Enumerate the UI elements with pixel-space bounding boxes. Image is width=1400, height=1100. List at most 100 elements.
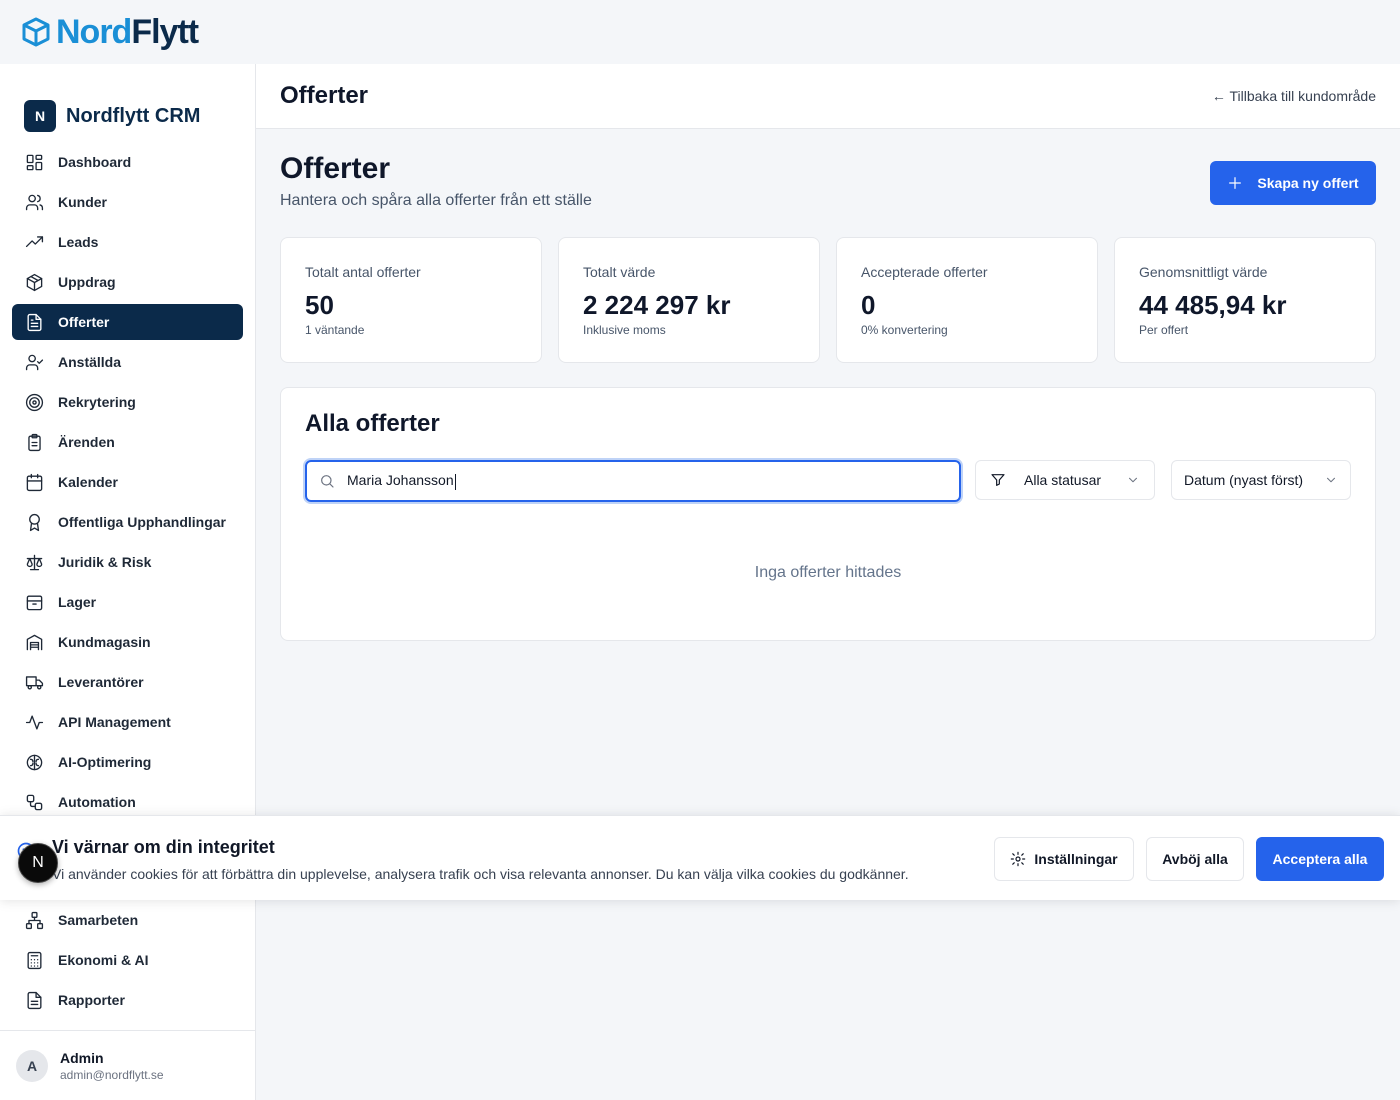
sidebar-item-label: Leads: [58, 234, 99, 250]
brand-nord: Nord: [56, 12, 132, 51]
sidebar: N Nordflytt CRM Dashboard Kunder Leads U…: [0, 64, 256, 1100]
back-to-customer-area-link[interactable]: ← Tillbaka till kundområde: [1212, 88, 1376, 104]
stat-value: 50: [305, 290, 334, 320]
chevron-down-icon: [1326, 477, 1336, 483]
empty-state-message: Inga offerter hittades: [754, 564, 902, 581]
header-title: Offerter: [280, 82, 369, 109]
file-report-icon: [24, 990, 44, 1010]
create-quote-button[interactable]: Skapa ny offert: [1210, 161, 1376, 205]
sidebar-item-ekonomi-ai[interactable]: Ekonomi & AI: [12, 942, 243, 978]
cookie-settings-button[interactable]: Inställningar: [994, 837, 1134, 881]
sidebar-item-kunder[interactable]: Kunder: [12, 184, 243, 220]
target-icon: [24, 392, 44, 412]
sidebar-item-rapporter[interactable]: Rapporter: [12, 982, 243, 1018]
create-quote-label: Skapa ny offert: [1257, 175, 1359, 191]
reject-all-button[interactable]: Avböj alla: [1146, 837, 1244, 881]
filter-icon: [991, 474, 1005, 486]
sidebar-item-samarbeten[interactable]: Samarbeten: [12, 902, 243, 938]
calculator-icon: [24, 950, 44, 970]
status-filter-select[interactable]: Alla statusar: [975, 460, 1155, 500]
plus-icon: [1229, 177, 1242, 189]
brand-flytt: Flytt: [131, 12, 199, 51]
calendar-icon: [24, 472, 44, 492]
brand-wordmark: NordFlytt: [56, 12, 199, 52]
sidebar-item-label: Offerter: [58, 314, 110, 330]
stat-subtext: Per offert: [1139, 323, 1189, 337]
sidebar-item-rekrytering[interactable]: Rekrytering: [12, 384, 243, 420]
search-input-value: Maria Johansson: [347, 472, 456, 490]
sidebar-item-dashboard[interactable]: Dashboard: [12, 144, 243, 180]
chevron-down-icon: [1128, 477, 1138, 483]
cookie-banner: Vi värnar om din integritet Vi använder …: [0, 815, 1400, 900]
search-icon: [321, 475, 334, 488]
users-icon: [24, 192, 44, 212]
sidebar-item-label: Dashboard: [58, 154, 132, 170]
sidebar-item-label: Leverantörer: [58, 674, 144, 690]
page-subtitle: Hantera och spåra alla offerter från ett…: [280, 192, 592, 209]
quotes-panel: Alla offerter Maria Johansson Alla statu…: [280, 387, 1376, 641]
sidebar-item-ai-optimering[interactable]: AI-Optimering: [12, 744, 243, 780]
sidebar-item-label: Rapporter: [58, 992, 125, 1008]
sidebar-item-label: Kundmagasin: [58, 634, 151, 650]
sidebar-item-leverantorer[interactable]: Leverantörer: [12, 664, 243, 700]
accept-all-button[interactable]: Acceptera alla: [1256, 837, 1384, 881]
sidebar-item-label: Kunder: [58, 194, 107, 210]
sort-value: Datum (nyast först): [1184, 472, 1304, 488]
package-icon: [24, 272, 44, 292]
stat-value: 2 224 297 kr: [583, 290, 731, 320]
activity-icon: [24, 712, 44, 732]
user-name: Admin: [60, 1049, 104, 1066]
top-brand-bar: NordFlytt: [0, 0, 1400, 64]
search-input[interactable]: Maria Johansson: [305, 460, 961, 502]
file-text-icon: [24, 312, 44, 332]
user-profile[interactable]: A Admin admin@nordflytt.se: [0, 1030, 255, 1100]
avatar: A: [16, 1049, 48, 1082]
sidebar-item-label: AI-Optimering: [58, 754, 152, 770]
stat-subtext: 0% konvertering: [861, 323, 948, 337]
user-email: admin@nordflytt.se: [60, 1067, 164, 1082]
sidebar-item-label: Samarbeten: [58, 912, 139, 928]
workflow-icon: [24, 792, 44, 812]
sidebar-item-label: Ärenden: [58, 434, 115, 450]
stat-subtext: Inklusive moms: [583, 323, 666, 337]
sidebar-header: N Nordflytt CRM: [0, 64, 255, 144]
crm-logo: N: [24, 100, 56, 132]
sidebar-item-lager[interactable]: Lager: [12, 584, 243, 620]
sidebar-item-offerter[interactable]: Offerter: [12, 304, 243, 340]
sidebar-item-label: Anställda: [58, 354, 122, 370]
stat-value: 0: [861, 290, 876, 320]
sidebar-item-offentliga-upphandlingar[interactable]: Offentliga Upphandlingar: [12, 504, 243, 540]
sidebar-item-leads[interactable]: Leads: [12, 224, 243, 260]
panel-title: Alla offerter: [305, 410, 440, 437]
crm-title[interactable]: Nordflytt CRM: [66, 105, 200, 128]
stat-card-total-quotes: Totalt antal offerter 50 1 väntande: [280, 237, 542, 363]
sidebar-item-kundmagasin[interactable]: Kundmagasin: [12, 624, 243, 660]
sidebar-item-label: API Management: [58, 714, 171, 730]
sidebar-item-label: Kalender: [58, 474, 118, 490]
sidebar-item-label: Rekrytering: [58, 394, 136, 410]
stat-label: Totalt värde: [583, 264, 656, 280]
sort-select[interactable]: Datum (nyast först): [1171, 460, 1351, 500]
nordflytt-logo[interactable]: NordFlytt: [22, 12, 199, 52]
sidebar-item-anstallda[interactable]: Anställda: [12, 344, 243, 380]
sidebar-item-uppdrag[interactable]: Uppdrag: [12, 264, 243, 300]
sidebar-item-juridik-risk[interactable]: Juridik & Risk: [12, 544, 243, 580]
sidebar-item-kalender[interactable]: Kalender: [12, 464, 243, 500]
main-header: Offerter ← Tillbaka till kundområde: [256, 64, 1400, 129]
award-icon: [24, 512, 44, 532]
clipboard-icon: [24, 432, 44, 452]
sidebar-nav-bottom: Samarbeten Ekonomi & AI Rapporter: [12, 902, 243, 1022]
floating-assistant-button[interactable]: N: [18, 843, 58, 883]
text-caret: [454, 473, 456, 490]
archive-icon: [24, 592, 44, 612]
stat-card-accepted-quotes: Accepterade offerter 0 0% konvertering: [836, 237, 1098, 363]
sidebar-item-api-management[interactable]: API Management: [12, 704, 243, 740]
cookie-settings-label: Inställningar: [1034, 851, 1118, 867]
sidebar-item-arenden[interactable]: Ärenden: [12, 424, 243, 460]
sidebar-item-label: Offentliga Upphandlingar: [58, 514, 226, 530]
stat-card-average-value: Genomsnittligt värde 44 485,94 kr Per of…: [1114, 237, 1376, 363]
truck-icon: [24, 672, 44, 692]
sidebar-nav: Dashboard Kunder Leads Uppdrag Offerter …: [12, 144, 243, 824]
trending-up-icon: [24, 232, 44, 252]
cookie-title: Vi värnar om din integritet: [52, 837, 275, 857]
